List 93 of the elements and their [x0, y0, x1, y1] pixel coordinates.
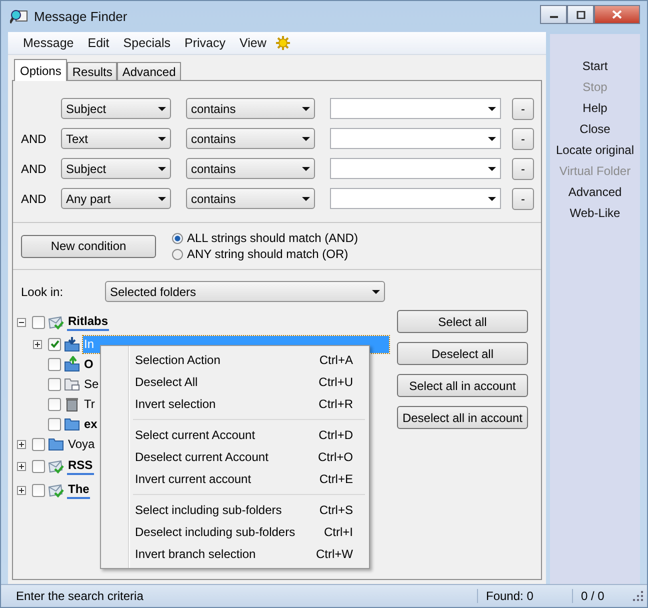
maximize-button[interactable]: [567, 5, 594, 24]
context-menu-item[interactable]: Deselect including sub-folders Ctrl+I: [101, 521, 369, 543]
expand-toggle[interactable]: [33, 340, 45, 348]
value-combo[interactable]: [330, 158, 501, 179]
side-action-link[interactable]: Help: [582, 100, 608, 116]
window-title: Message Finder: [34, 9, 128, 24]
operator-dropdown[interactable]: contains: [186, 188, 315, 209]
context-menu-item[interactable]: Deselect All Ctrl+U: [101, 371, 369, 393]
field-dropdown[interactable]: Text: [61, 128, 171, 149]
operator-dropdown[interactable]: contains: [186, 158, 315, 179]
remove-condition-button[interactable]: -: [512, 98, 534, 120]
context-menu-item[interactable]: Invert selection Ctrl+R: [101, 393, 369, 415]
checkbox[interactable]: [48, 418, 61, 430]
new-condition-button[interactable]: New condition: [21, 234, 156, 258]
folder-label[interactable]: Ritlabs: [67, 313, 110, 331]
outbox-icon: [64, 356, 80, 372]
folder-label[interactable]: Se: [83, 376, 100, 392]
resize-grip-icon[interactable]: [633, 591, 643, 601]
side-action-link[interactable]: Start: [582, 58, 608, 74]
operator-dropdown[interactable]: contains: [186, 128, 315, 149]
remove-condition-button[interactable]: -: [512, 188, 534, 210]
selection-button[interactable]: Deselect all: [397, 342, 528, 365]
value-combo[interactable]: [330, 188, 501, 209]
gear-icon[interactable]: [275, 35, 292, 51]
checkbox[interactable]: [48, 358, 61, 370]
checkbox[interactable]: [32, 460, 45, 472]
operator-dropdown[interactable]: contains: [186, 98, 315, 119]
field-dropdown[interactable]: Subject: [61, 98, 171, 119]
account-icon: [48, 458, 64, 474]
inbox-icon: [64, 336, 80, 352]
collapse-toggle[interactable]: [17, 318, 29, 326]
context-menu-item[interactable]: Select including sub-folders Ctrl+S: [101, 499, 369, 521]
look-in-dropdown[interactable]: Selected folders: [105, 281, 385, 302]
checkbox[interactable]: [32, 316, 45, 328]
checkbox[interactable]: [32, 438, 45, 450]
checkbox[interactable]: [48, 338, 61, 350]
expand-toggle[interactable]: [17, 462, 29, 470]
close-icon: [612, 10, 622, 19]
radio-option[interactable]: ANY string should match (OR): [172, 247, 358, 261]
side-action-link[interactable]: Web-Like: [570, 205, 620, 221]
selection-button[interactable]: Deselect all in account: [397, 406, 528, 429]
menu-item[interactable]: View: [232, 36, 274, 50]
tab[interactable]: Results: [67, 62, 118, 81]
selection-button[interactable]: Select all in account: [397, 374, 528, 397]
folder-label[interactable]: Tr: [83, 396, 96, 412]
found-count: Found: 0: [477, 589, 572, 603]
folder-label[interactable]: O: [83, 356, 94, 372]
field-dropdown[interactable]: Any part: [61, 188, 171, 209]
expand-toggle[interactable]: [17, 486, 29, 494]
selection-button[interactable]: Select all: [397, 310, 528, 333]
side-action-link[interactable]: Locate original: [556, 142, 634, 158]
folder-label[interactable]: ex: [83, 416, 98, 432]
trash-icon: [64, 396, 80, 412]
menu-item[interactable]: Specials: [116, 36, 178, 50]
radio-option[interactable]: ALL strings should match (AND): [172, 231, 358, 245]
maximize-icon: [576, 10, 586, 18]
result-counter: 0 / 0: [572, 589, 613, 603]
status-message: Enter the search criteria: [16, 589, 144, 603]
folder-label[interactable]: RSS: [67, 457, 94, 475]
connector-label: AND: [21, 132, 46, 146]
app-icon: [10, 8, 28, 24]
minimize-button[interactable]: [540, 5, 567, 24]
look-in-label: Look in:: [21, 284, 64, 298]
menu-item[interactable]: Edit: [80, 36, 116, 50]
expand-toggle[interactable]: [17, 440, 29, 448]
connector-label: AND: [21, 192, 46, 206]
context-menu-item[interactable]: Deselect current Account Ctrl+O: [101, 446, 369, 468]
context-menu-item[interactable]: Select current Account Ctrl+D: [101, 424, 369, 446]
checkbox[interactable]: [48, 398, 61, 410]
value-combo[interactable]: [330, 98, 501, 119]
context-menu-item[interactable]: Invert branch selection Ctrl+W: [101, 543, 369, 565]
sent-folder-icon: [64, 376, 80, 392]
remove-condition-button[interactable]: -: [512, 128, 534, 150]
tab[interactable]: Advanced: [117, 62, 181, 81]
folder-label[interactable]: The: [67, 481, 90, 499]
remove-condition-button[interactable]: -: [512, 158, 534, 180]
side-action-link[interactable]: Advanced: [568, 184, 622, 200]
menu-item[interactable]: Message: [16, 36, 81, 50]
connector-label: AND: [21, 162, 46, 176]
close-button[interactable]: [594, 5, 640, 24]
account-icon: [48, 482, 64, 498]
folder-icon: [48, 436, 64, 452]
side-action-link[interactable]: Close: [580, 121, 610, 137]
checkbox[interactable]: [32, 484, 45, 496]
field-dropdown[interactable]: Subject: [61, 158, 171, 179]
value-combo[interactable]: [330, 128, 501, 149]
tab[interactable]: Options: [14, 59, 68, 81]
context-menu-item[interactable]: Invert current account Ctrl+E: [101, 468, 369, 490]
checkbox[interactable]: [48, 378, 61, 390]
folder-icon: [64, 416, 80, 432]
account-icon: [48, 314, 64, 330]
folder-label[interactable]: Voya: [67, 436, 96, 452]
menu-item[interactable]: Privacy: [178, 36, 233, 50]
